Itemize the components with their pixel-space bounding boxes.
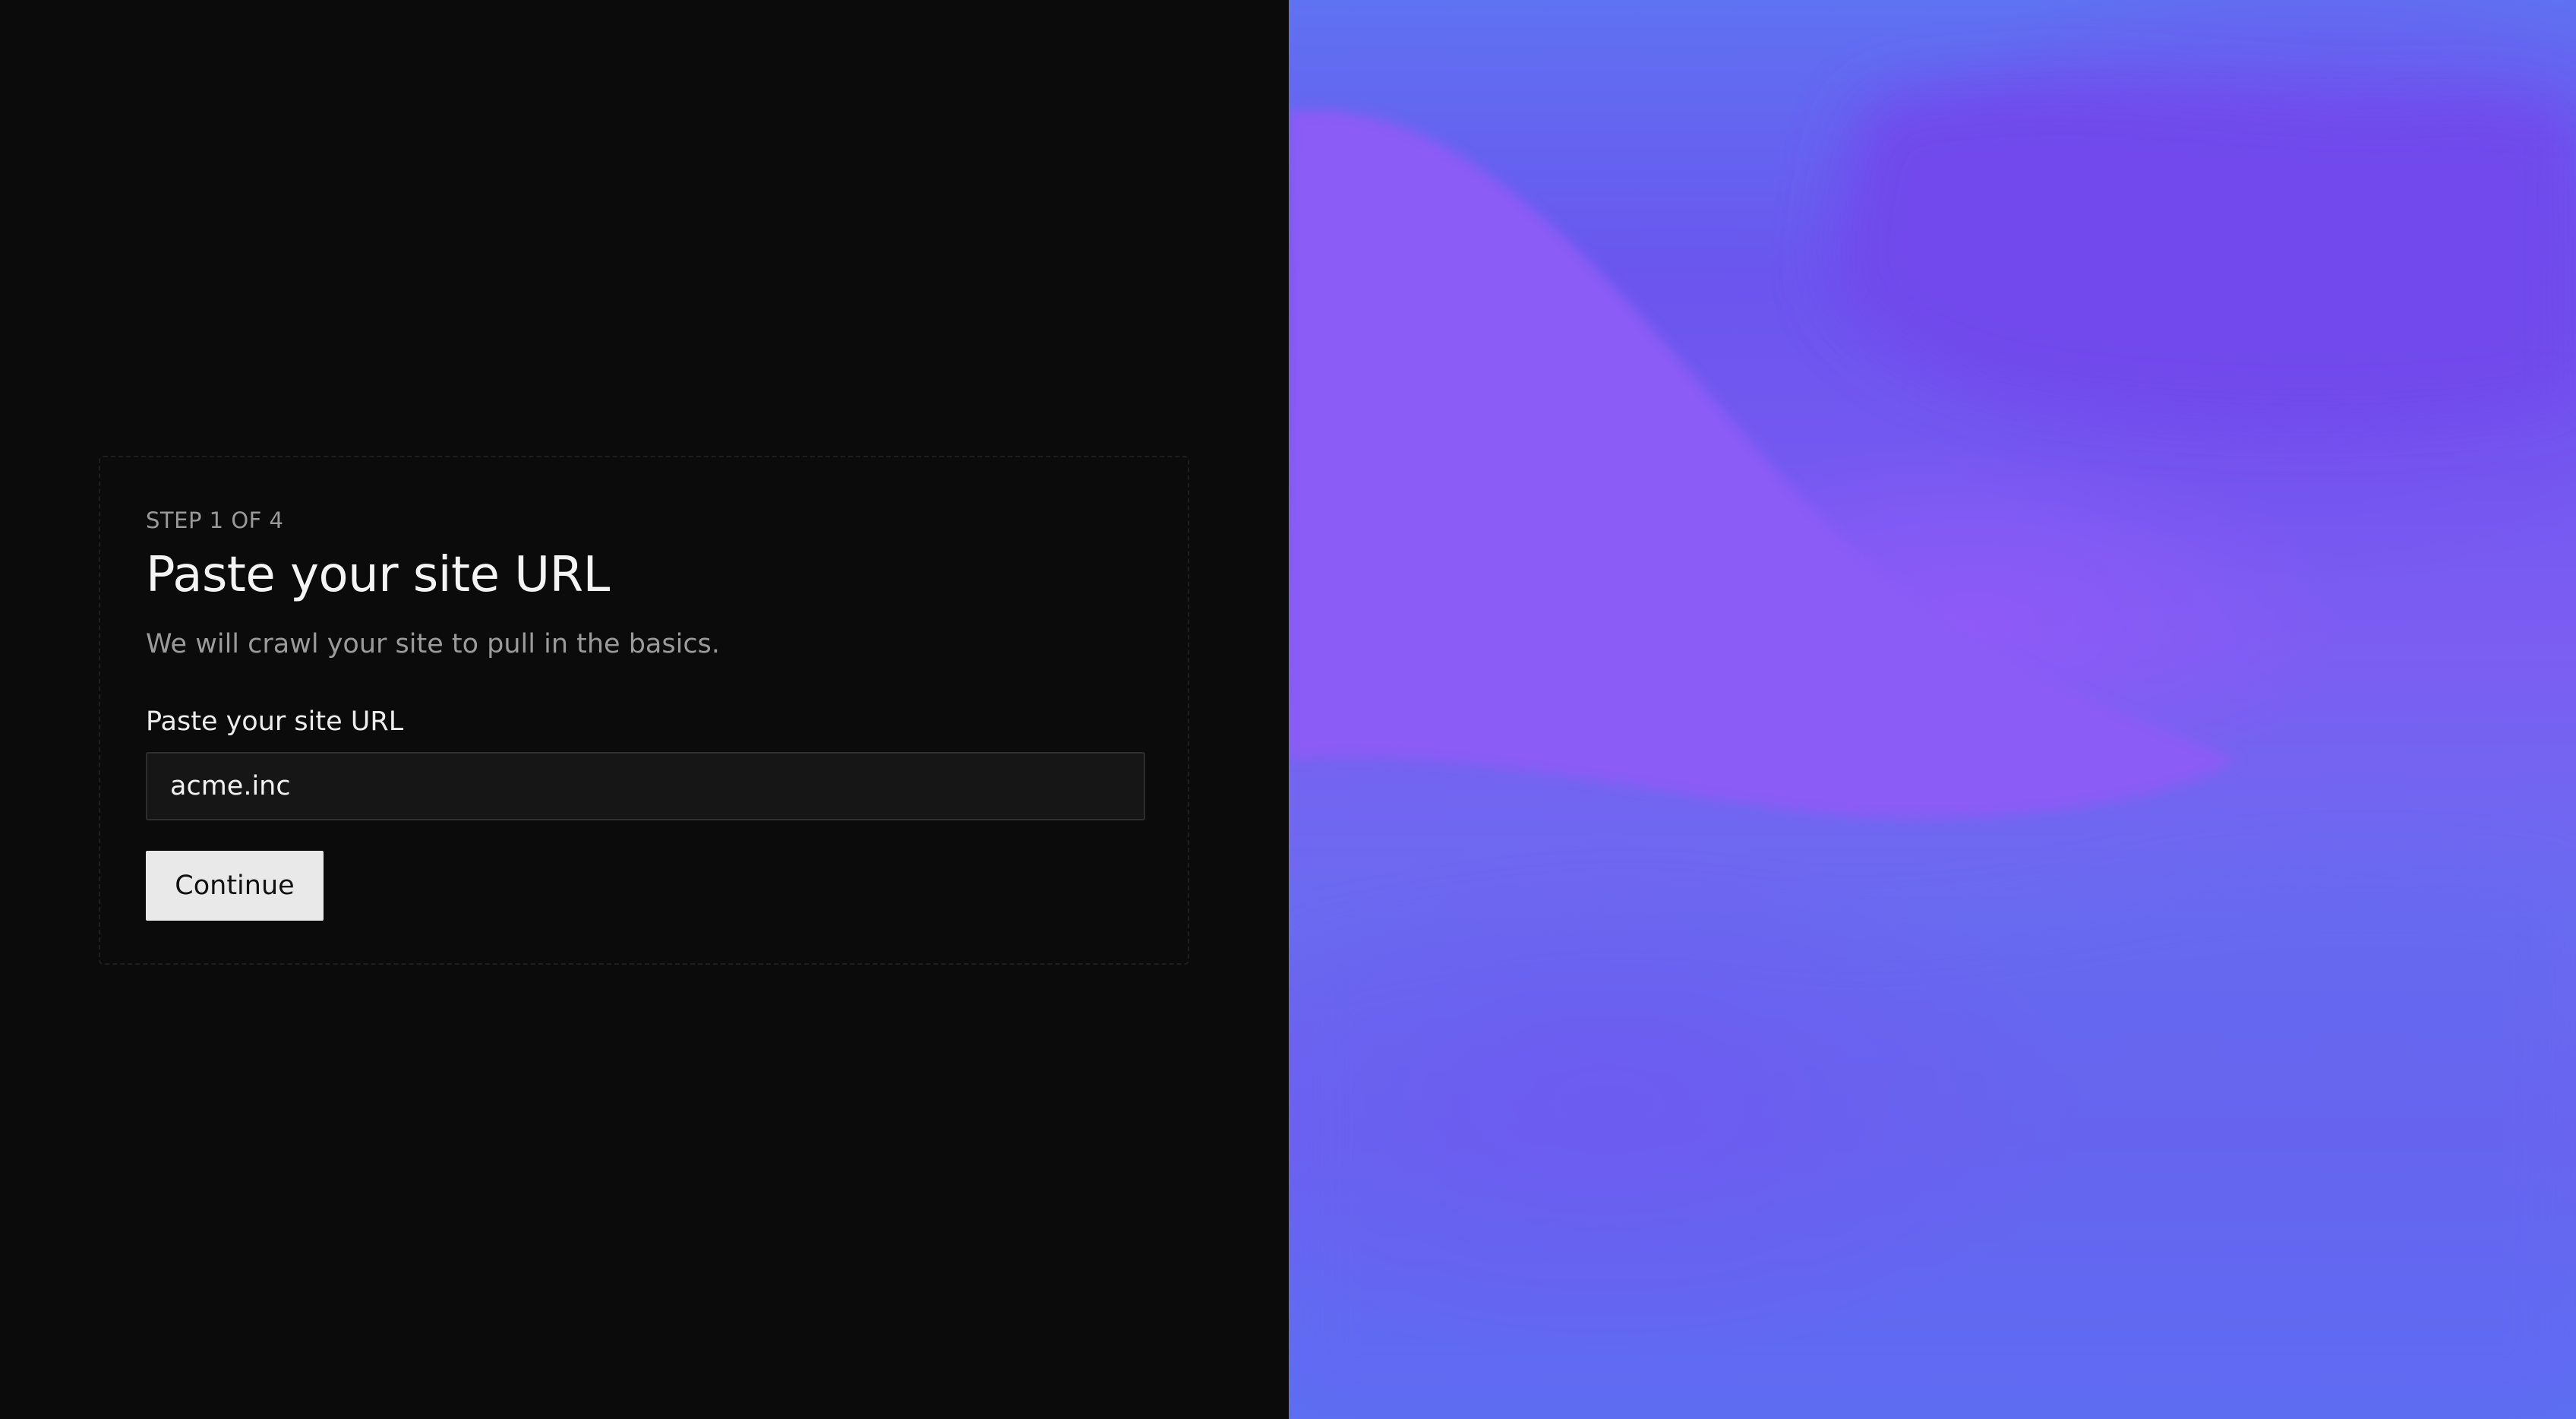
onboarding-page: STEP 1 OF 4 Paste your site URL We will … <box>0 0 2576 1419</box>
step-indicator: STEP 1 OF 4 <box>146 507 284 533</box>
onboarding-card: STEP 1 OF 4 Paste your site URL We will … <box>99 456 1189 965</box>
continue-button[interactable]: Continue <box>146 851 324 921</box>
page-subtitle: We will crawl your site to pull in the b… <box>146 629 720 659</box>
url-field-label: Paste your site URL <box>146 706 404 737</box>
abstract-wave-artwork <box>1289 82 2576 1419</box>
decorative-gradient-panel <box>1289 0 2576 1419</box>
site-url-input[interactable] <box>146 752 1145 820</box>
page-title: Paste your site URL <box>146 547 610 603</box>
form-pane: STEP 1 OF 4 Paste your site URL We will … <box>0 0 1289 1419</box>
